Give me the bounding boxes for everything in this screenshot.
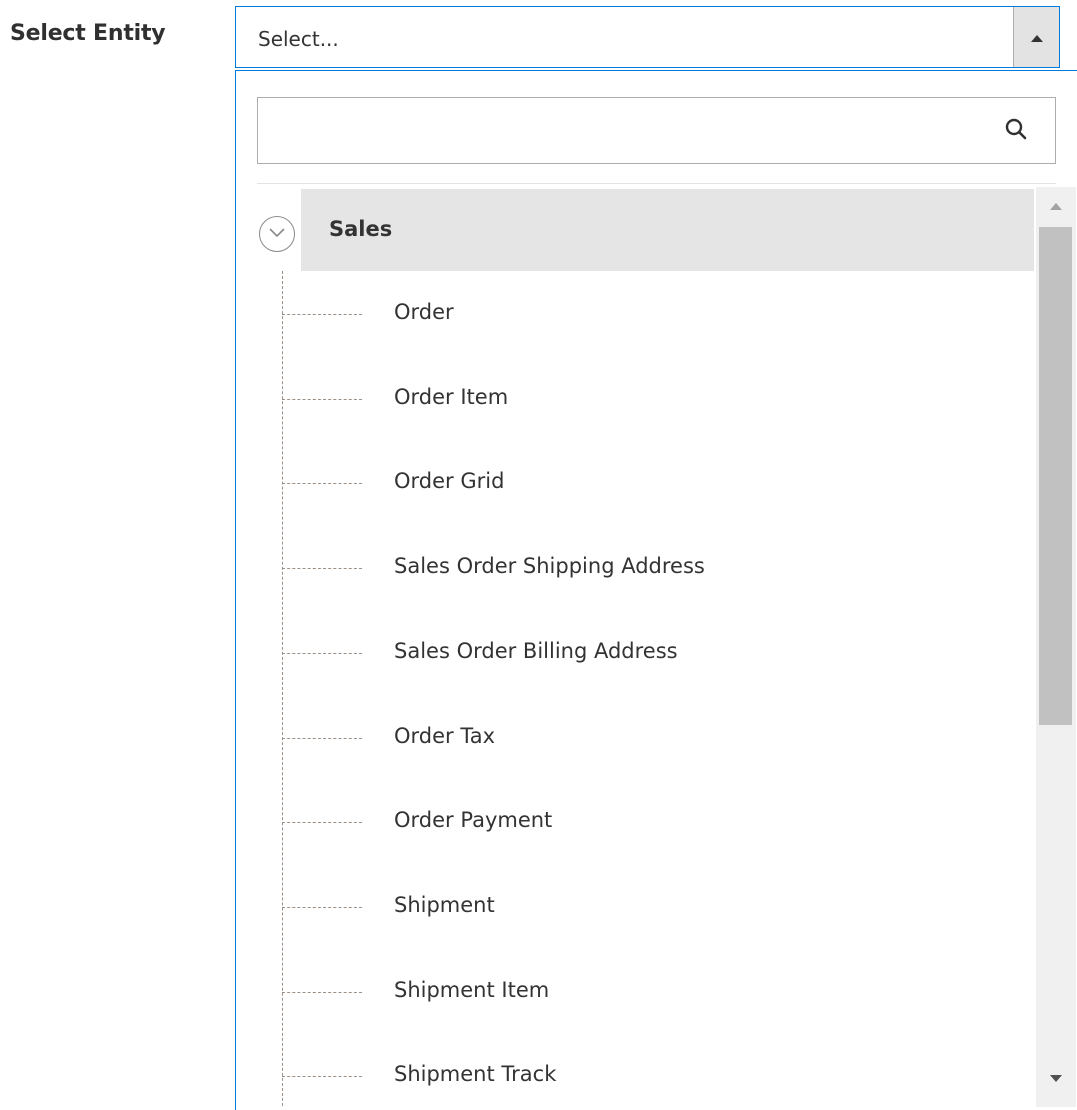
collapse-group-button[interactable] bbox=[259, 216, 295, 252]
entity-select[interactable]: Select... bbox=[235, 6, 1060, 68]
tree-item-label: Sales Order Billing Address bbox=[394, 638, 678, 663]
tree-item-label: Order Item bbox=[394, 384, 509, 409]
caret-up-icon bbox=[1031, 35, 1043, 42]
tree-item-label: Shipment Track bbox=[394, 1062, 557, 1087]
tree-item[interactable]: Order Item bbox=[282, 379, 982, 419]
tree-item-label: Order Tax bbox=[394, 723, 496, 748]
dropdown-toggle-button[interactable] bbox=[1013, 7, 1059, 67]
entity-dropdown-panel: Sales Order Order Item Order Grid Sales Ord… bbox=[235, 70, 1077, 1110]
tree-item-label: Order Grid bbox=[394, 469, 505, 494]
tree-item[interactable]: Shipment bbox=[282, 887, 982, 927]
select-entity-label: Select Entity bbox=[10, 21, 166, 46]
tree-branch-line bbox=[282, 906, 362, 908]
tree-branch-line bbox=[282, 652, 362, 654]
tree-item[interactable]: Shipment Item bbox=[282, 972, 982, 1012]
scroll-up-arrow-icon[interactable] bbox=[1050, 203, 1062, 210]
scroll-down-arrow-icon[interactable] bbox=[1050, 1075, 1062, 1082]
tree-item-label: Shipment Item bbox=[394, 977, 550, 1002]
tree-branch-line bbox=[282, 737, 362, 739]
tree-item-label: Shipment bbox=[394, 892, 495, 917]
tree-branch-line bbox=[282, 822, 362, 824]
search-icon[interactable] bbox=[1005, 118, 1027, 140]
group-label: Sales bbox=[329, 217, 393, 241]
tree-item-label: Order Payment bbox=[394, 808, 553, 833]
tree-item[interactable]: Sales Order Shipping Address bbox=[282, 548, 982, 588]
tree-branch-line bbox=[282, 1076, 362, 1078]
tree-branch-line bbox=[282, 398, 362, 400]
tree-branch-line bbox=[282, 568, 362, 570]
tree-item[interactable]: Order Payment bbox=[282, 802, 982, 842]
tree-branch-line bbox=[282, 991, 362, 993]
scroll-thumb[interactable] bbox=[1039, 227, 1072, 725]
tree-item-label: Order bbox=[394, 300, 454, 324]
search-box bbox=[257, 97, 1056, 164]
tree-group-sales[interactable]: Sales bbox=[301, 189, 1034, 271]
tree-item[interactable]: Order Tax bbox=[282, 718, 982, 758]
tree-branch-line bbox=[282, 314, 362, 315]
tree-item-label: Sales Order Shipping Address bbox=[394, 554, 705, 579]
search-input[interactable] bbox=[258, 98, 988, 162]
select-value: Select... bbox=[258, 27, 339, 51]
tree-item[interactable]: Shipment Track bbox=[282, 1056, 982, 1096]
entity-tree: Sales Order Order Item Order Grid Sales Ord… bbox=[236, 187, 1036, 1107]
tree-item[interactable]: Order Grid bbox=[282, 463, 982, 503]
dropdown-scrollbar[interactable] bbox=[1036, 187, 1076, 1107]
tree-branch-line bbox=[282, 483, 362, 485]
search-separator bbox=[257, 183, 1056, 184]
chevron-down-icon bbox=[269, 228, 285, 238]
tree-item[interactable]: Order bbox=[282, 294, 982, 334]
tree-item[interactable]: Sales Order Billing Address bbox=[282, 633, 982, 673]
